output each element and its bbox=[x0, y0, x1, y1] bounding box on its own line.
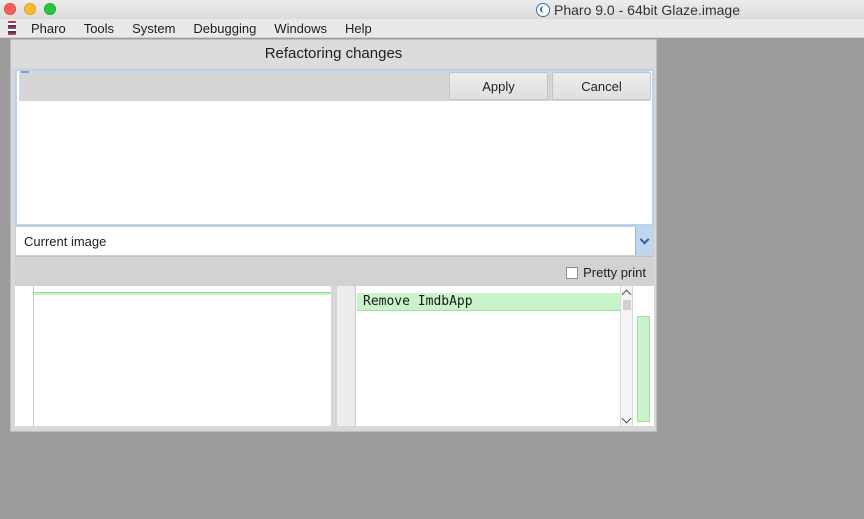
menu-debugging[interactable]: Debugging bbox=[184, 21, 265, 36]
scroll-thumb[interactable] bbox=[623, 300, 631, 310]
menubar: Pharo Tools System Debugging Windows Hel… bbox=[0, 19, 864, 38]
diff-view: Remove ImdbApp bbox=[15, 286, 654, 426]
diff-scrollbar[interactable] bbox=[620, 286, 632, 426]
scroll-up-icon[interactable] bbox=[621, 289, 632, 300]
pretty-print-toggle[interactable]: Pretty print bbox=[566, 265, 646, 280]
pharo-logo-icon bbox=[536, 2, 550, 17]
diff-overview-added-mark bbox=[637, 316, 650, 422]
cancel-button[interactable]: Cancel bbox=[552, 72, 651, 100]
left-gutter bbox=[15, 286, 34, 426]
target-environment-value: Current image bbox=[24, 233, 107, 249]
pretty-print-checkbox[interactable] bbox=[566, 266, 579, 279]
diff-toolbar: Pretty print bbox=[15, 256, 654, 286]
refactoring-changes-window: Refactoring changes Apply Cancel Current… bbox=[10, 39, 657, 432]
os-titlebar: Pharo 9.0 - 64bit Glaze.image bbox=[0, 0, 864, 19]
diff-left-pane[interactable] bbox=[34, 286, 331, 426]
diff-connector bbox=[337, 286, 356, 426]
diff-overview-ruler[interactable] bbox=[632, 286, 654, 426]
apply-button[interactable]: Apply bbox=[449, 72, 548, 100]
chevron-down-icon bbox=[639, 234, 650, 244]
focus-indicator bbox=[21, 71, 29, 73]
dropdown-toggle[interactable] bbox=[635, 227, 653, 255]
menu-system[interactable]: System bbox=[123, 21, 184, 36]
os-window-title: Pharo 9.0 - 64bit Glaze.image bbox=[536, 1, 740, 18]
changes-tree[interactable]: Apply Cancel bbox=[15, 69, 654, 226]
diff-left-added-marker bbox=[34, 292, 331, 295]
scroll-down-icon[interactable] bbox=[621, 413, 632, 424]
target-environment-dropdown[interactable]: Current image bbox=[15, 226, 654, 256]
changes-toolbar: Apply Cancel bbox=[19, 71, 651, 101]
minimize-window-icon[interactable] bbox=[24, 3, 36, 15]
menu-pharo[interactable]: Pharo bbox=[22, 21, 75, 36]
maximize-window-icon[interactable] bbox=[44, 3, 56, 15]
close-window-icon[interactable] bbox=[4, 3, 16, 15]
pharo-flag-icon[interactable] bbox=[8, 21, 16, 35]
diff-right-pane[interactable]: Remove ImdbApp bbox=[357, 286, 620, 426]
menu-windows[interactable]: Windows bbox=[265, 21, 336, 36]
menu-help[interactable]: Help bbox=[336, 21, 381, 36]
pretty-print-label: Pretty print bbox=[583, 265, 646, 280]
window-title[interactable]: Refactoring changes bbox=[11, 40, 656, 67]
menu-tools[interactable]: Tools bbox=[75, 21, 123, 36]
diff-right-added-line: Remove ImdbApp bbox=[357, 293, 620, 311]
os-window-title-text: Pharo 9.0 - 64bit Glaze.image bbox=[554, 1, 740, 18]
